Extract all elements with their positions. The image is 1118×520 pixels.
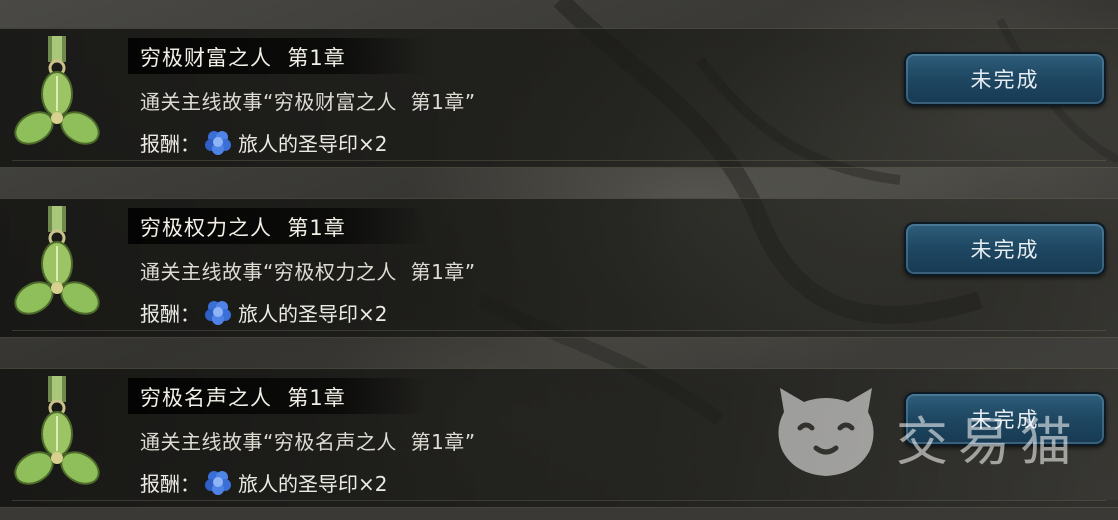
achievement-description: 通关主线故事“穷极名声之人 第1章” — [140, 430, 476, 454]
reward-item: 旅人的圣导印×2 — [238, 301, 388, 326]
watermark: 交易猫 — [766, 382, 1096, 482]
reward-line: 报酬： 旅人的圣导印×2 — [140, 298, 387, 326]
medal-icon — [14, 36, 100, 145]
reward-label: 报酬： — [140, 301, 200, 326]
achievement-description: 通关主线故事“穷极权力之人 第1章” — [140, 260, 476, 284]
achievement-row: 穷极权力之人 第1章 通关主线故事“穷极权力之人 第1章” 报酬： 旅人的圣导印… — [0, 180, 1118, 350]
achievement-row: 穷极财富之人 第1章 通关主线故事“穷极财富之人 第1章” 报酬： 旅人的圣导印… — [0, 10, 1118, 180]
reward-line: 报酬： 旅人的圣导印×2 — [140, 468, 387, 496]
blue-gem-icon — [205, 471, 231, 495]
reward-line: 报酬： 旅人的圣导印×2 — [140, 128, 387, 156]
reward-label: 报酬： — [140, 471, 200, 496]
reward-item: 旅人的圣导印×2 — [238, 131, 388, 156]
achievement-description: 通关主线故事“穷极财富之人 第1章” — [140, 90, 476, 114]
achievement-title: 穷极名声之人 第1章 — [140, 386, 346, 410]
achievement-title: 穷极权力之人 第1章 — [140, 216, 346, 240]
blue-gem-icon — [205, 131, 231, 155]
status-button[interactable]: 未完成 — [904, 52, 1106, 106]
achievement-title: 穷极财富之人 第1章 — [140, 46, 346, 70]
reward-label: 报酬： — [140, 131, 200, 156]
medal-icon — [14, 376, 100, 485]
watermark-text: 交易猫 — [896, 413, 1083, 473]
blue-gem-icon — [205, 301, 231, 325]
cat-logo-icon — [778, 388, 874, 476]
status-button[interactable]: 未完成 — [904, 222, 1106, 276]
reward-item: 旅人的圣导印×2 — [238, 471, 388, 496]
medal-icon — [14, 206, 100, 315]
